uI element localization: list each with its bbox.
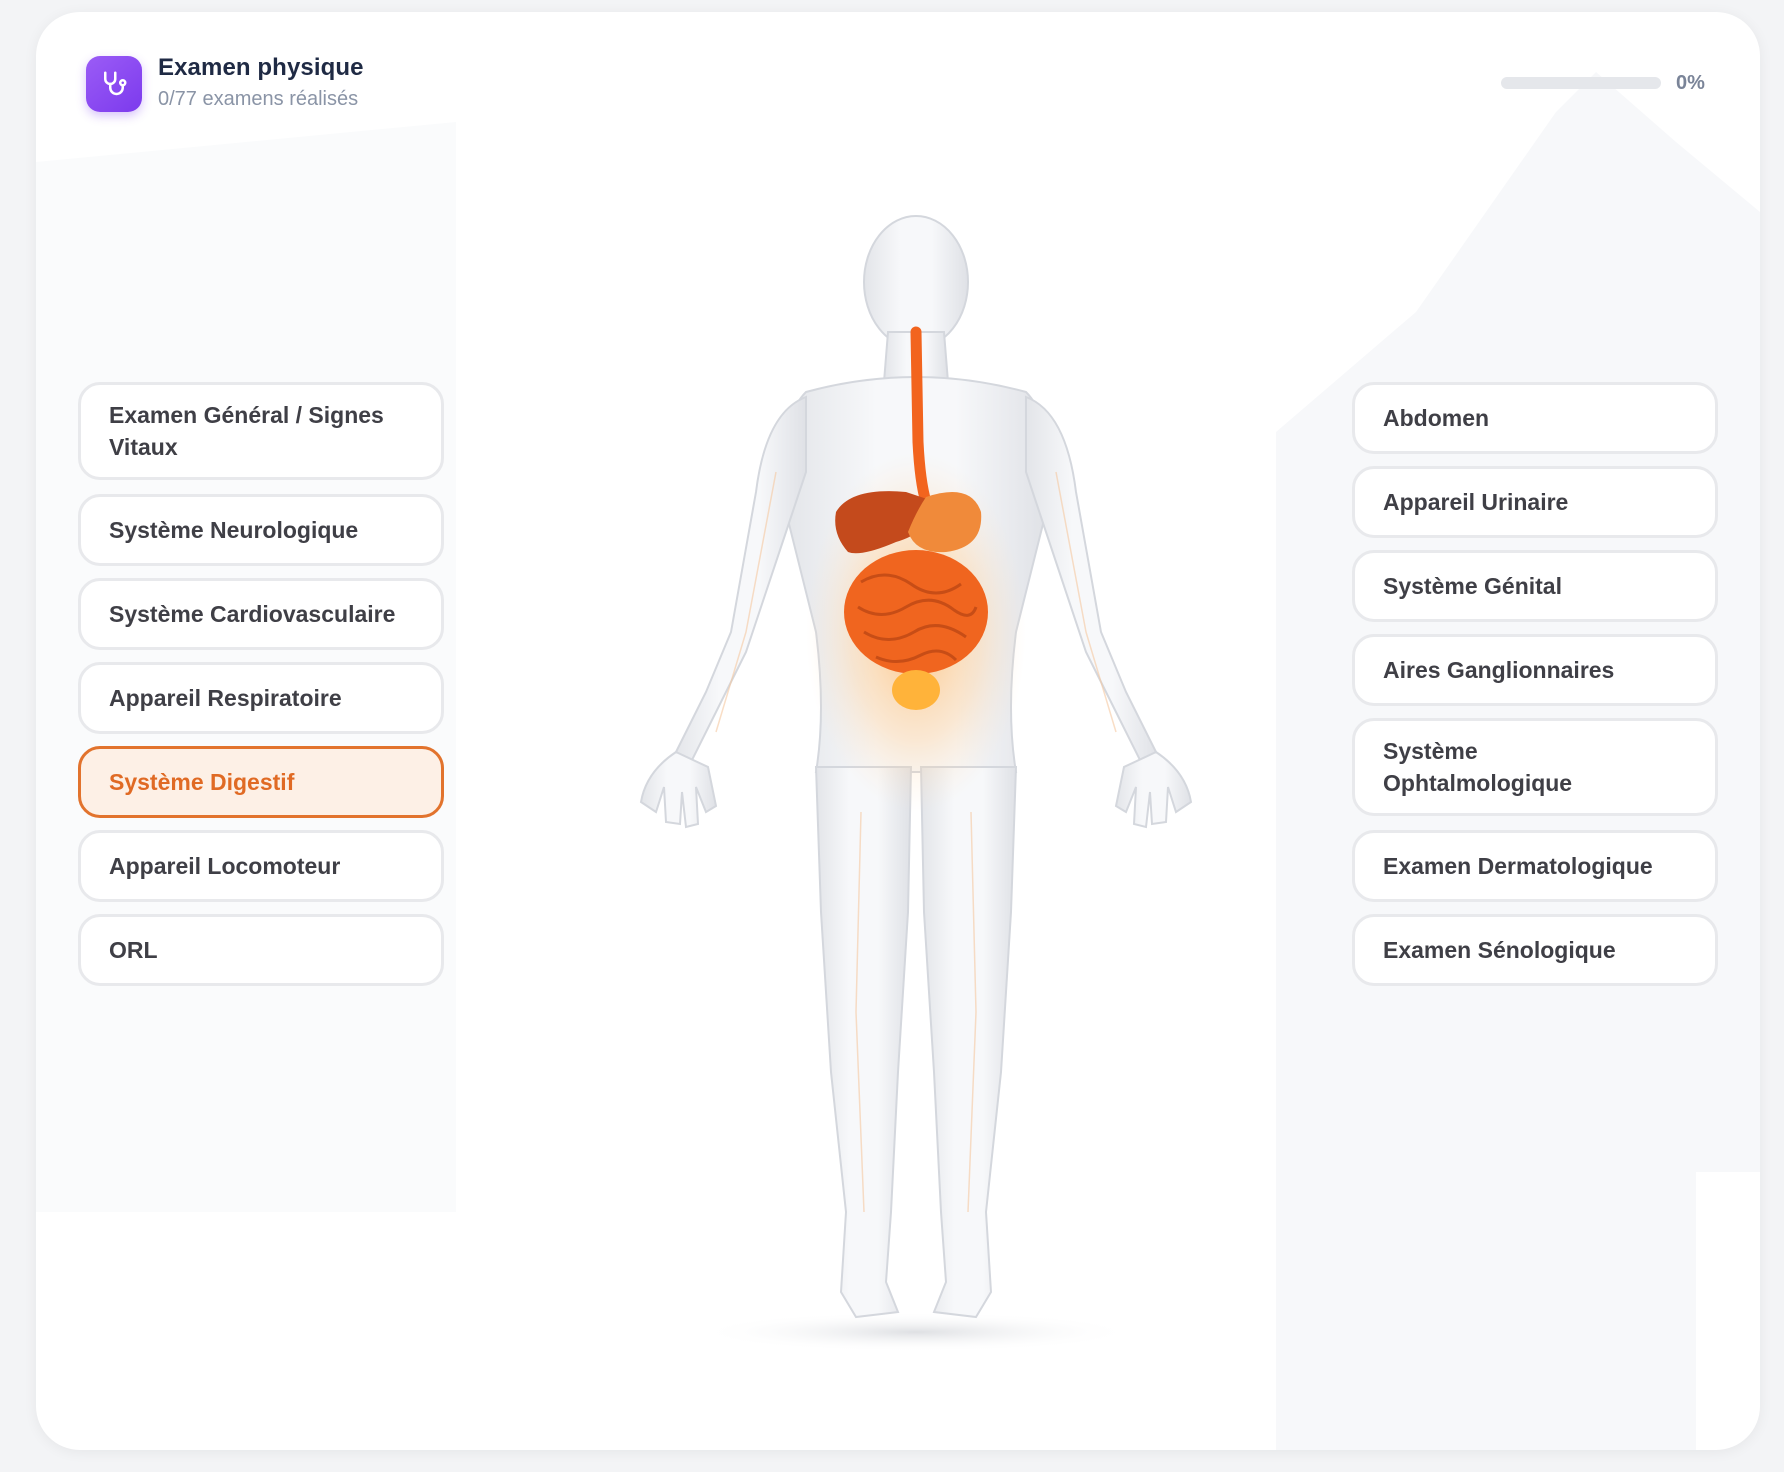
- system-button-label: Appareil Urinaire: [1383, 489, 1569, 515]
- system-button-senologique[interactable]: Examen Sénologique: [1352, 914, 1718, 986]
- system-button-orl[interactable]: ORL: [78, 914, 444, 986]
- system-button-ganglionnaires[interactable]: Aires Ganglionnaires: [1352, 634, 1718, 706]
- system-button-abdomen[interactable]: Abdomen: [1352, 382, 1718, 454]
- system-button-label: Examen Général / Signes Vitaux: [109, 402, 384, 460]
- stethoscope-icon: [86, 56, 142, 112]
- system-button-genital[interactable]: Système Génital: [1352, 550, 1718, 622]
- system-button-digestif[interactable]: Système Digestif: [78, 746, 444, 818]
- progress-bar: [1501, 77, 1661, 89]
- progress-percentage: 0%: [1676, 72, 1705, 94]
- system-button-label: Abdomen: [1383, 405, 1490, 431]
- system-button-respiratoire[interactable]: Appareil Respiratoire: [78, 662, 444, 734]
- exam-card: Examen physique 0/77 examens réalisés 0%…: [36, 12, 1760, 1450]
- system-button-dermatologique[interactable]: Examen Dermatologique: [1352, 830, 1718, 902]
- system-button-label: Système Cardiovasculaire: [109, 601, 396, 627]
- system-button-examen-general[interactable]: Examen Général / Signes Vitaux: [78, 382, 444, 480]
- system-button-neurologique[interactable]: Système Neurologique: [78, 494, 444, 566]
- system-button-locomoteur[interactable]: Appareil Locomoteur: [78, 830, 444, 902]
- exam-count-subtitle: 0/77 examens réalisés: [158, 88, 359, 110]
- system-button-label: Appareil Locomoteur: [109, 853, 341, 879]
- system-button-urinaire[interactable]: Appareil Urinaire: [1352, 466, 1718, 538]
- system-button-label: Examen Sénologique: [1383, 937, 1616, 963]
- page-title: Examen physique: [158, 54, 364, 81]
- system-button-label: ORL: [109, 937, 158, 963]
- system-button-label: Système Ophtalmologique: [1383, 738, 1573, 796]
- system-button-label: Appareil Respiratoire: [109, 685, 342, 711]
- system-button-ophtalmologique[interactable]: Système Ophtalmologique: [1352, 718, 1718, 816]
- system-button-label: Aires Ganglionnaires: [1383, 657, 1615, 683]
- system-button-label: Système Digestif: [109, 769, 295, 795]
- system-button-label: Système Génital: [1383, 573, 1562, 599]
- system-button-label: Système Neurologique: [109, 517, 359, 543]
- system-button-cardiovasculaire[interactable]: Système Cardiovasculaire: [78, 578, 444, 650]
- human-body-figure[interactable]: [636, 212, 1196, 1352]
- system-button-label: Examen Dermatologique: [1383, 853, 1653, 879]
